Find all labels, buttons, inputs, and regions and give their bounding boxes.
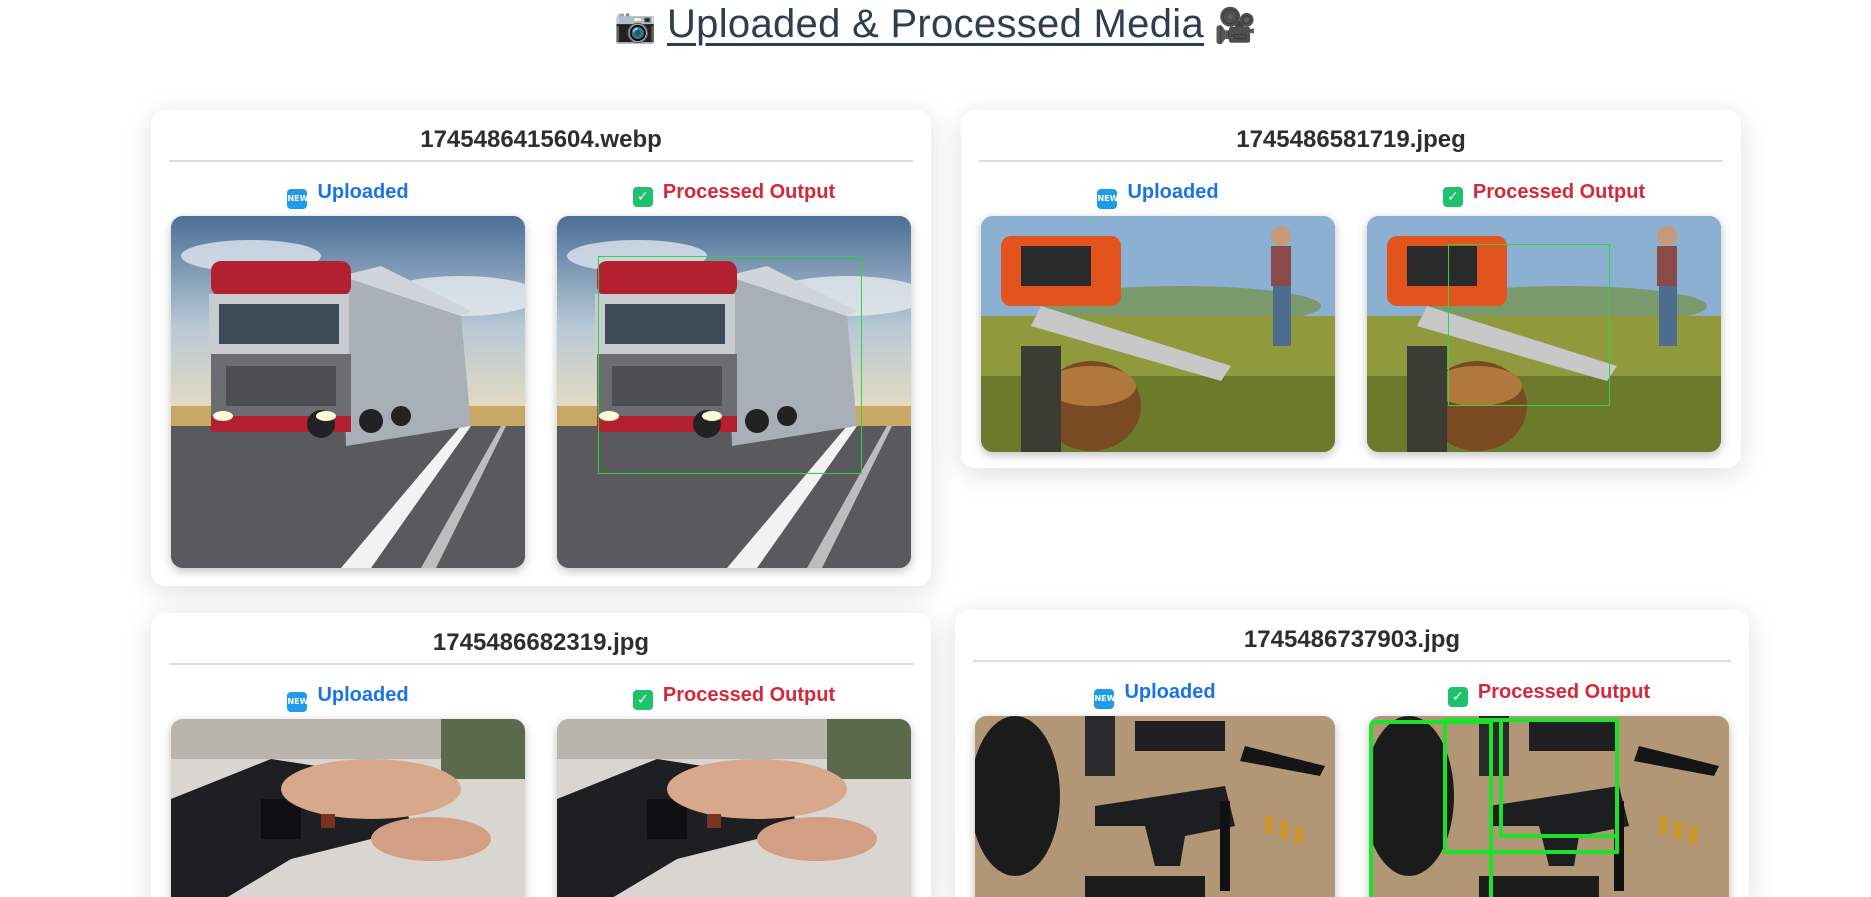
new-badge-icon: NEW [287, 692, 308, 712]
media-card: 1745486415604.webp NEW Uploaded ✓ Proces… [151, 110, 931, 586]
check-badge-icon: ✓ [1447, 687, 1468, 707]
card-filename: 1745486415604.webp [169, 126, 913, 162]
processed-column: ✓ Processed Output [1369, 678, 1729, 897]
uploaded-column: NEW Uploaded [171, 178, 525, 568]
processed-label: ✓ Processed Output [557, 178, 911, 207]
uploaded-image[interactable] [975, 716, 1335, 897]
media-card: 1745486682319.jpg NEW Uploaded ✓ Process… [151, 613, 931, 897]
uploaded-label-text: Uploaded [317, 181, 409, 203]
uploaded-column: NEW Uploaded [975, 678, 1335, 897]
uploaded-label-text: Uploaded [1127, 181, 1219, 203]
new-badge-icon: NEW [1097, 189, 1118, 209]
card-filename: 1745486737903.jpg [973, 626, 1731, 662]
processed-label: ✓ Processed Output [1367, 178, 1721, 207]
uploaded-image[interactable] [981, 216, 1335, 452]
processed-label-text: Processed Output [1477, 681, 1651, 703]
page-title: 📷 Uploaded & Processed Media 🎥 [0, 0, 1871, 47]
processed-label-text: Processed Output [662, 181, 836, 203]
detection-box [1448, 244, 1610, 406]
uploaded-column: NEW Uploaded [171, 681, 525, 897]
detection-box [1499, 718, 1619, 838]
media-card: 1745486581719.jpeg NEW Uploaded ✓ Proces… [961, 110, 1741, 468]
processed-label-text: Processed Output [662, 684, 836, 706]
processed-column: ✓ Processed Output [1367, 178, 1721, 452]
processed-label: ✓ Processed Output [1369, 678, 1729, 707]
processed-column: ✓ Processed Output [557, 178, 911, 568]
check-badge-icon: ✓ [632, 690, 653, 710]
processed-label: ✓ Processed Output [557, 681, 911, 710]
uploaded-label-text: Uploaded [1124, 681, 1216, 703]
page: 📷 Uploaded & Processed Media 🎥 17454864156… [0, 0, 1871, 897]
processed-image[interactable] [1369, 716, 1729, 897]
uploaded-label-text: Uploaded [317, 684, 409, 706]
new-badge-icon: NEW [287, 189, 308, 209]
card-filename: 1745486682319.jpg [169, 629, 913, 665]
uploaded-label: NEW Uploaded [981, 178, 1335, 209]
media-card: 1745486737903.jpg NEW Uploaded ✓ Process… [955, 610, 1749, 897]
uploaded-label: NEW Uploaded [975, 678, 1335, 709]
uploaded-label: NEW Uploaded [171, 178, 525, 209]
processed-image[interactable] [557, 216, 911, 568]
film-projector-icon: 🎥 [1214, 7, 1257, 46]
camera-icon: 📷 [614, 7, 657, 46]
uploaded-column: NEW Uploaded [981, 178, 1335, 452]
processed-image[interactable] [1367, 216, 1721, 452]
processed-label-text: Processed Output [1472, 181, 1646, 203]
check-badge-icon: ✓ [1442, 187, 1463, 207]
card-filename: 1745486581719.jpeg [979, 126, 1723, 162]
uploaded-image[interactable] [171, 719, 525, 897]
uploaded-label: NEW Uploaded [171, 681, 525, 712]
processed-image[interactable] [557, 719, 911, 897]
check-badge-icon: ✓ [632, 187, 653, 207]
detection-box [598, 256, 862, 474]
processed-column: ✓ Processed Output [557, 681, 911, 897]
uploaded-image[interactable] [171, 216, 525, 568]
new-badge-icon: NEW [1094, 689, 1115, 709]
page-title-text: Uploaded & Processed Media [667, 2, 1204, 46]
